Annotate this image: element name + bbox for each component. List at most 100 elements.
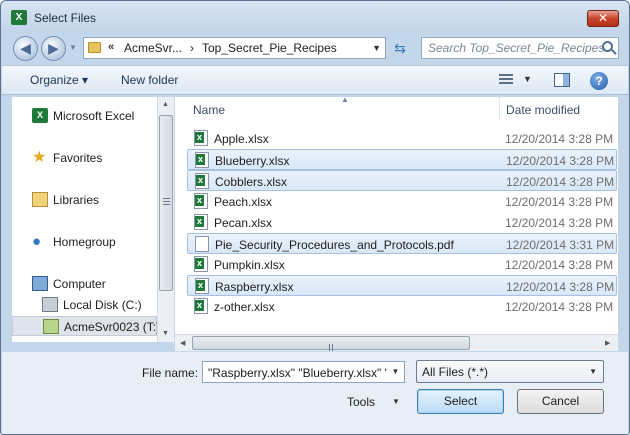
nav-item-label: Libraries xyxy=(53,193,100,207)
file-name-value: "Raspberry.xlsx" "Blueberry.xlsx" "C xyxy=(208,366,398,380)
nav-item-label: Favorites xyxy=(53,151,103,165)
tools-button[interactable]: Tools xyxy=(347,395,375,409)
view-dropdown-icon[interactable]: ▼ xyxy=(523,74,532,84)
nav-item-libraries[interactable]: Libraries xyxy=(12,190,157,210)
file-type-select[interactable]: All Files (*.*) ▼ xyxy=(416,360,604,383)
file-row[interactable]: Pecan.xlsx 12/20/2014 3:28 PM xyxy=(187,212,617,233)
select-button[interactable]: Select xyxy=(417,389,504,414)
nav-item-local-disk[interactable]: Local Disk (C:) xyxy=(12,295,157,315)
file-row[interactable]: Pie_Security_Procedures_and_Protocols.pd… xyxy=(187,233,617,254)
file-date-modified: 12/20/2014 3:28 PM xyxy=(505,216,614,230)
disk-icon xyxy=(42,297,58,312)
search-icon xyxy=(602,41,613,52)
excel-file-icon xyxy=(194,298,208,314)
organize-button[interactable]: Organize ▾ xyxy=(30,73,88,87)
breadcrumb-overflow[interactable]: « xyxy=(108,41,114,53)
excel-file-icon xyxy=(195,278,209,294)
excel-file-icon xyxy=(195,152,209,168)
column-header-name[interactable]: ▲ Name xyxy=(175,95,500,121)
file-date-modified: 12/20/2014 3:31 PM xyxy=(506,238,615,252)
horizontal-scroll-thumb[interactable] xyxy=(192,336,470,365)
excel-file-icon xyxy=(194,256,208,272)
close-button[interactable]: ✕ xyxy=(587,10,619,27)
file-row[interactable]: Apple.xlsx 12/20/2014 3:28 PM xyxy=(187,128,617,149)
toolbar: Organize ▾ New folder ▼ ? xyxy=(2,65,628,95)
file-name: Cobblers.xlsx xyxy=(215,175,288,189)
folder-icon xyxy=(88,42,101,53)
chevron-down-icon: ▼ xyxy=(589,367,597,376)
file-row[interactable]: Blueberry.xlsx 12/20/2014 3:28 PM xyxy=(187,149,617,170)
sort-ascending-icon: ▲ xyxy=(341,95,349,104)
file-row[interactable]: Peach.xlsx 12/20/2014 3:28 PM xyxy=(187,191,617,212)
breadcrumb-current-folder[interactable]: Top_Secret_Pie_Recipes xyxy=(202,41,337,55)
cancel-button[interactable]: Cancel xyxy=(517,389,604,414)
file-name: Blueberry.xlsx xyxy=(215,154,290,168)
library-icon xyxy=(32,192,48,207)
file-list: ▲ Name Date modified Apple.xlsx 12/20/201… xyxy=(175,95,618,342)
excel-icon: X xyxy=(11,10,27,25)
nav-item-computer[interactable]: Computer xyxy=(12,274,157,294)
file-name-input[interactable]: "Raspberry.xlsx" "Blueberry.xlsx" "C ▼ xyxy=(202,361,405,383)
file-date-modified: 12/20/2014 3:28 PM xyxy=(505,300,614,314)
star-icon: ★ xyxy=(32,149,47,166)
file-date-modified: 12/20/2014 3:28 PM xyxy=(506,154,615,168)
file-name-label: File name: xyxy=(142,366,199,380)
recent-pages-dropdown[interactable]: ▼ xyxy=(69,43,77,52)
homegroup-icon: ● xyxy=(32,233,42,250)
view-options-icon[interactable] xyxy=(499,74,513,86)
network-drive-icon xyxy=(43,319,59,334)
horizontal-scrollbar[interactable]: ◀ ▶ xyxy=(175,334,618,365)
file-row[interactable]: Cobblers.xlsx 12/20/2014 3:28 PM xyxy=(187,170,617,191)
computer-icon xyxy=(32,276,48,291)
navigation-pane: X Microsoft Excel ★ Favorites Libraries … xyxy=(12,97,161,342)
excel-file-icon xyxy=(194,130,208,146)
file-date-modified: 12/20/2014 3:28 PM xyxy=(506,280,615,294)
nav-scrollbar[interactable]: ▲ ▼ xyxy=(157,97,174,342)
nav-item-label: Computer xyxy=(53,277,106,291)
file-type-value: All Files (*.*) xyxy=(422,365,489,379)
window-title: Select Files xyxy=(34,11,97,25)
nav-item-homegroup[interactable]: ● Homegroup xyxy=(12,232,157,252)
excel-file-icon xyxy=(195,173,209,189)
title-bar: X Select Files ✕ xyxy=(1,1,629,33)
file-name: Apple.xlsx xyxy=(214,132,269,146)
new-folder-button[interactable]: New folder xyxy=(121,73,178,87)
nav-item-favorites[interactable]: ★ Favorites xyxy=(12,148,157,168)
file-name: Raspberry.xlsx xyxy=(215,280,294,294)
file-name: Pie_Security_Procedures_and_Protocols.pd… xyxy=(215,238,454,252)
tools-dropdown-icon[interactable]: ▼ xyxy=(392,397,400,406)
breadcrumb-separator[interactable]: › xyxy=(190,41,194,55)
search-input[interactable]: Search Top_Secret_Pie_Recipes xyxy=(421,37,619,59)
nav-item-network-drive[interactable]: AcmeSvr0023 (T:) xyxy=(12,316,161,336)
scroll-up-icon[interactable]: ▲ xyxy=(162,101,169,108)
file-name-dropdown-icon[interactable]: ▼ xyxy=(387,362,404,382)
address-dropdown-icon[interactable]: ▼ xyxy=(372,43,381,53)
back-button[interactable]: ◀ xyxy=(13,36,38,61)
file-name: Pumpkin.xlsx xyxy=(214,258,285,272)
nav-item-microsoft-excel[interactable]: X Microsoft Excel xyxy=(12,106,157,126)
select-files-dialog: X Select Files ✕ ◀ ▶ ▼ « AcmeSvr... › To… xyxy=(0,0,630,435)
column-header-date-modified[interactable]: Date modified xyxy=(500,97,618,121)
scroll-left-icon[interactable]: ◀ xyxy=(180,339,185,347)
column-name-label: Name xyxy=(193,103,226,117)
file-name: Peach.xlsx xyxy=(214,195,273,209)
excel-icon: X xyxy=(32,108,48,123)
search-placeholder: Search Top_Secret_Pie_Recipes xyxy=(428,41,605,55)
file-row[interactable]: Pumpkin.xlsx 12/20/2014 3:28 PM xyxy=(187,254,617,275)
nav-item-label: AcmeSvr0023 (T:) xyxy=(64,320,161,334)
file-row[interactable]: Raspberry.xlsx 12/20/2014 3:28 PM xyxy=(187,275,617,296)
scroll-down-icon[interactable]: ▼ xyxy=(162,330,169,337)
file-name: Pecan.xlsx xyxy=(214,216,273,230)
file-name: z-other.xlsx xyxy=(214,300,275,314)
column-date-label: Date modified xyxy=(506,103,581,117)
address-bar[interactable]: « AcmeSvr... › Top_Secret_Pie_Recipes ▼ xyxy=(83,37,386,59)
help-icon[interactable]: ? xyxy=(590,72,608,90)
breadcrumb-server[interactable]: AcmeSvr... xyxy=(124,41,182,55)
refresh-button[interactable]: ⇆ xyxy=(389,38,411,58)
dialog-footer: File name: "Raspberry.xlsx" "Blueberry.x… xyxy=(2,352,628,434)
preview-pane-icon[interactable] xyxy=(554,73,570,87)
file-row[interactable]: z-other.xlsx 12/20/2014 3:28 PM xyxy=(187,296,617,317)
forward-button[interactable]: ▶ xyxy=(41,36,66,61)
scroll-right-icon[interactable]: ▶ xyxy=(605,339,610,347)
nav-scroll-thumb[interactable] xyxy=(159,115,173,291)
